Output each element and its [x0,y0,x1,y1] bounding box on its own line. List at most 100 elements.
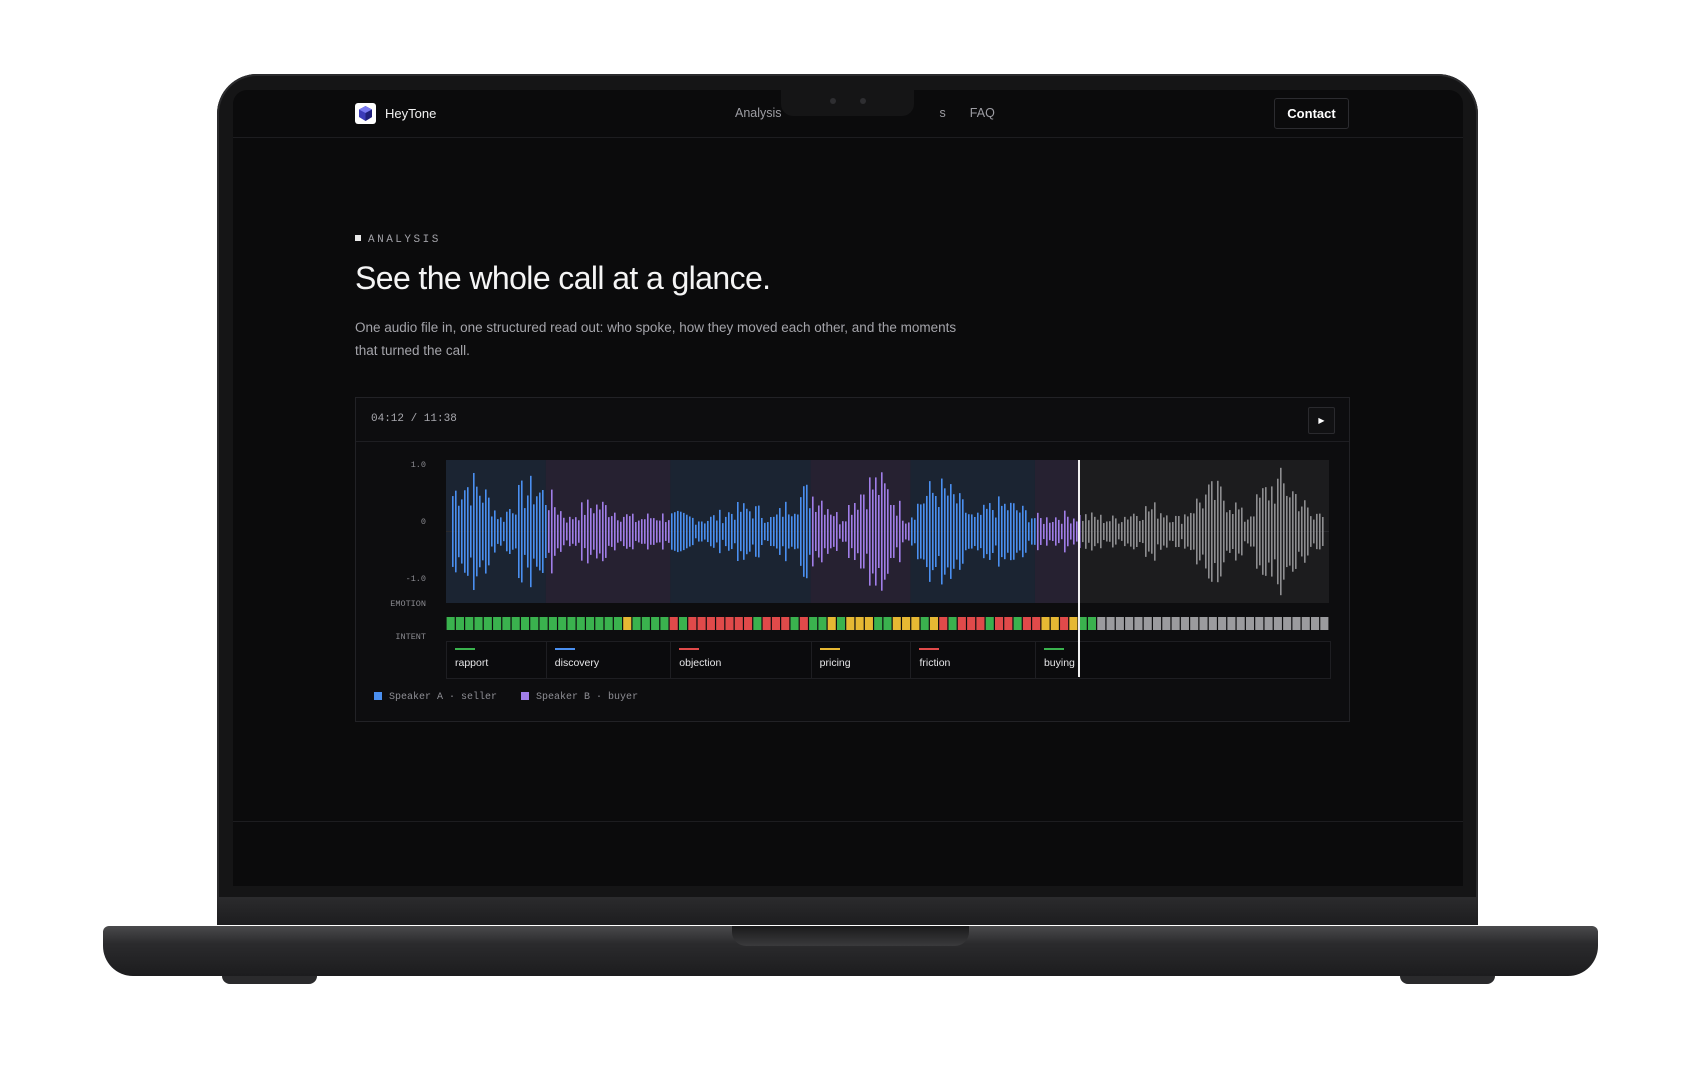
waveform-bar [884,483,886,580]
waveform-bar [1247,519,1249,544]
waveform-bar [899,500,901,563]
emotion-cell [734,617,743,630]
waveform-bar [860,494,862,569]
waveform-bar [974,516,976,547]
brand-name[interactable]: HeyTone [385,106,436,121]
emotion-cell [864,617,873,630]
waveform-bar [530,475,532,588]
waveform-bar [452,496,454,567]
waveform-bar [1037,512,1039,551]
waveform-bar [761,517,763,546]
waveform-bar [1193,513,1195,550]
intent-segment-discovery[interactable]: discovery [547,642,672,678]
waveform-bar [845,521,847,542]
waveform-bar [833,516,835,547]
playhead[interactable] [1078,460,1080,677]
waveform-bar [1199,502,1201,561]
nav-link-analysis[interactable]: Analysis [735,106,782,120]
waveform-bar [575,517,577,546]
waveform-bar [1253,516,1255,547]
waveform-bar [812,496,814,567]
waveform-bar [806,484,808,579]
waveform-bar [1112,515,1114,548]
waveform-chart[interactable] [446,460,1329,603]
waveform-bar [932,492,934,571]
waveform-bar [1214,499,1216,564]
play-button[interactable]: ▶ [1308,407,1335,434]
waveform-bar [878,495,880,568]
waveform-bar [1292,491,1294,572]
nav-link-partial[interactable]: s [940,106,946,120]
waveform-bar [956,503,958,560]
waveform-bar [929,481,931,582]
intent-segment-rapport[interactable]: rapport [447,642,547,678]
emotion-cell [502,617,511,630]
waveform-bar [536,496,538,567]
waveform-bar [1223,500,1225,563]
waveform-bar [1091,512,1093,551]
emotion-cell [1245,617,1255,630]
emotion-cell [902,617,911,630]
waveform-bar [644,519,646,544]
waveform-bar [1280,467,1282,596]
waveform-bar [473,472,475,591]
heytone-logo-icon[interactable] [355,103,376,124]
waveform-bar [572,519,574,544]
emotion-cell [446,617,455,630]
waveform-bar [968,514,970,549]
waveform-bar [1208,484,1210,579]
legend-item-speaker-b: Speaker B · buyer [521,692,638,703]
waveform-bar [782,516,784,547]
waveform-bar [977,512,979,551]
waveform-bar [656,520,658,543]
laptop-base-notch [732,926,969,946]
waveform-bar [1133,513,1135,550]
emotion-cell [511,617,520,630]
waveform-bar [743,503,745,560]
nav-link-faq[interactable]: FAQ [970,106,995,120]
waveform-bar [755,506,757,557]
waveform-bar [1025,510,1027,553]
waveform-bar [677,510,679,553]
waveform-bar [1151,509,1153,554]
waveform-bar [1055,517,1057,546]
emotion-cell [855,617,864,630]
waveform-bar [1094,516,1096,547]
contact-button[interactable]: Contact [1274,98,1349,129]
intent-segment-buying[interactable]: buying [1036,642,1081,678]
waveform-bar [464,490,466,573]
intent-label: buying [1043,657,1075,669]
intent-segment-objection[interactable]: objection [671,642,812,678]
waveform-bar [509,509,511,554]
emotion-cell [613,617,622,630]
waveform-bar [914,519,916,544]
waveform-bar [989,503,991,560]
waveform-bar [1268,500,1270,563]
emotion-cell [790,617,799,630]
waveform-bar [1028,522,1030,541]
emotion-strip[interactable] [446,617,1329,630]
camera-notch [781,90,914,116]
intent-label: rapport [455,657,489,669]
waveform-bar [752,518,754,545]
intent-segment-pricing[interactable]: pricing [812,642,912,678]
waveform-bar [920,504,922,559]
waveform-bar [707,520,709,543]
emotion-cell [697,617,706,630]
intent-label: discovery [554,657,600,669]
waveform-bar [680,511,682,552]
waveform-bar [797,514,799,549]
waveform-bar [1046,517,1048,546]
waveform-bar [869,477,871,586]
emotion-cell [957,617,966,630]
waveform-bar [518,484,520,579]
waveform-bar [1073,518,1075,545]
speaker-b-swatch [521,692,530,700]
waveform-bar [593,513,595,550]
intent-segment-friction[interactable]: friction [911,642,1036,678]
waveform-bar [1307,507,1309,556]
waveform-bar [1262,488,1264,575]
waveform-bar [1283,483,1285,580]
waveform-bar [992,510,994,553]
waveform-bar [1103,523,1105,540]
